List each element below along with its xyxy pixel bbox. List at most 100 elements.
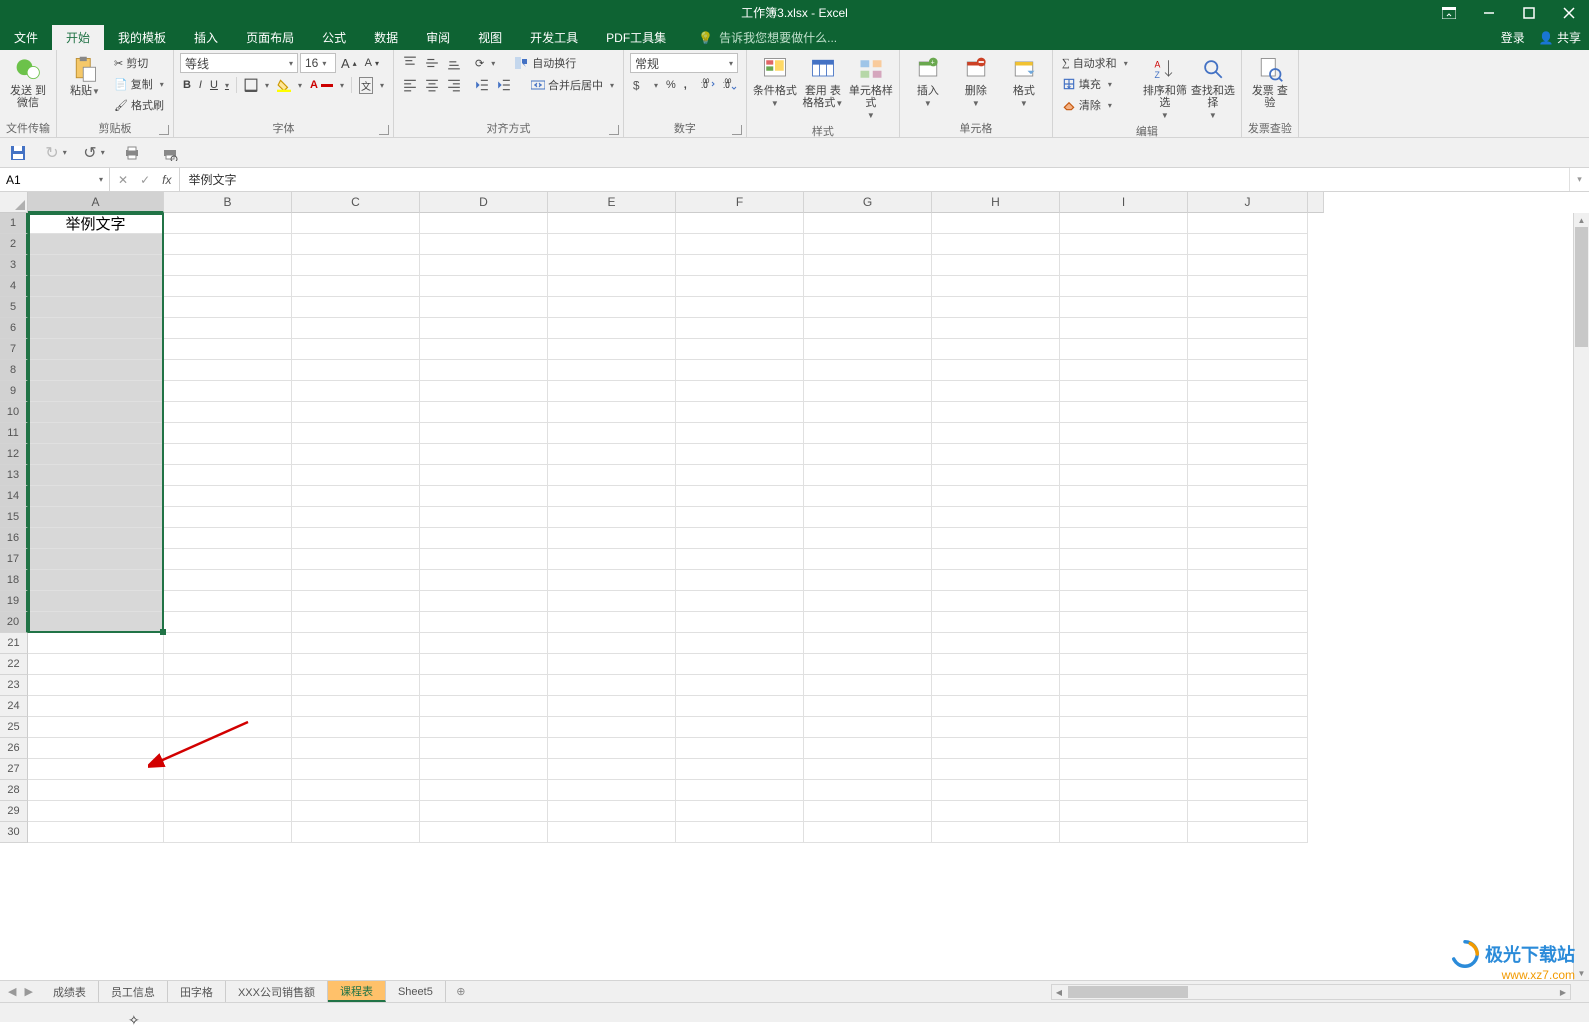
cell-C21[interactable] [292,633,420,654]
row-header-16[interactable]: 16 [0,528,28,549]
column-header-E[interactable]: E [548,192,676,213]
cell-J22[interactable] [1188,654,1308,675]
cell-A19[interactable] [28,591,164,612]
cell-G19[interactable] [804,591,932,612]
cell-A2[interactable] [28,234,164,255]
cell-I25[interactable] [1060,717,1188,738]
row-header-14[interactable]: 14 [0,486,28,507]
cell-G14[interactable] [804,486,932,507]
copy-button[interactable]: 📄 复制 ▾ [111,76,167,92]
phonetic-button[interactable]: 文▾ [356,77,387,94]
cell-E7[interactable] [548,339,676,360]
cell-D27[interactable] [420,759,548,780]
cell-A24[interactable] [28,696,164,717]
cell-H9[interactable] [932,381,1060,402]
row-header-27[interactable]: 27 [0,759,28,780]
cell-H16[interactable] [932,528,1060,549]
cell-B15[interactable] [164,507,292,528]
cell-D29[interactable] [420,801,548,822]
cell-A16[interactable] [28,528,164,549]
cell-H29[interactable] [932,801,1060,822]
cell-G12[interactable] [804,444,932,465]
cell-I26[interactable] [1060,738,1188,759]
cell-F6[interactable] [676,318,804,339]
cell-D28[interactable] [420,780,548,801]
cell-J2[interactable] [1188,234,1308,255]
cell-H19[interactable] [932,591,1060,612]
cell-J20[interactable] [1188,612,1308,633]
cell-J29[interactable] [1188,801,1308,822]
cell-J11[interactable] [1188,423,1308,444]
cell-A23[interactable] [28,675,164,696]
cell-I28[interactable] [1060,780,1188,801]
cell-G9[interactable] [804,381,932,402]
cell-B2[interactable] [164,234,292,255]
column-header-B[interactable]: B [164,192,292,213]
find-select-button[interactable]: 查找和选择▼ [1191,53,1235,122]
minimize-button[interactable] [1469,0,1509,25]
cell-E29[interactable] [548,801,676,822]
fill-button[interactable]: 填充 ▾ [1059,76,1115,92]
cell-E23[interactable] [548,675,676,696]
close-button[interactable] [1549,0,1589,25]
cell-B30[interactable] [164,822,292,843]
cell-H18[interactable] [932,570,1060,591]
cell-F8[interactable] [676,360,804,381]
cell-C7[interactable] [292,339,420,360]
cell-B27[interactable] [164,759,292,780]
orientation-button[interactable]: ⟳▾ [472,57,498,70]
cell-A1[interactable]: 举例文字 [28,213,164,234]
tab-formulas[interactable]: 公式 [308,25,360,50]
cell-J5[interactable] [1188,297,1308,318]
cell-H14[interactable] [932,486,1060,507]
italic-button[interactable]: I [196,79,205,91]
row-header-17[interactable]: 17 [0,549,28,570]
cell-G16[interactable] [804,528,932,549]
cell-J4[interactable] [1188,276,1308,297]
cell-G10[interactable] [804,402,932,423]
clipboard-launcher[interactable] [159,125,169,135]
cell-E27[interactable] [548,759,676,780]
cell-D2[interactable] [420,234,548,255]
cell-I7[interactable] [1060,339,1188,360]
cell-C15[interactable] [292,507,420,528]
cell-D18[interactable] [420,570,548,591]
align-right-button[interactable] [444,78,464,92]
cell-C3[interactable] [292,255,420,276]
cell-C16[interactable] [292,528,420,549]
cell-F4[interactable] [676,276,804,297]
sheet-tab-0[interactable]: 成绩表 [41,981,99,1002]
cell-A11[interactable] [28,423,164,444]
cell-B10[interactable] [164,402,292,423]
cell-I18[interactable] [1060,570,1188,591]
cell-H8[interactable] [932,360,1060,381]
cell-H21[interactable] [932,633,1060,654]
undo-button[interactable]: ↺ ▾ [84,143,104,163]
column-header-A[interactable]: A [28,192,164,213]
cell-F27[interactable] [676,759,804,780]
share-button[interactable]: 👤 共享 [1539,29,1581,46]
cell-F18[interactable] [676,570,804,591]
row-header-15[interactable]: 15 [0,507,28,528]
cell-B8[interactable] [164,360,292,381]
cell-H20[interactable] [932,612,1060,633]
cell-G6[interactable] [804,318,932,339]
cell-J15[interactable] [1188,507,1308,528]
tab-mytemplates[interactable]: 我的模板 [104,25,180,50]
increase-decimal-button[interactable]: .0.00 [698,78,718,92]
cell-E21[interactable] [548,633,676,654]
cell-B17[interactable] [164,549,292,570]
sheet-tab-5[interactable]: Sheet5 [386,981,446,1002]
cell-E19[interactable] [548,591,676,612]
cell-H3[interactable] [932,255,1060,276]
clear-button[interactable]: 清除 ▾ [1059,97,1115,113]
cell-H22[interactable] [932,654,1060,675]
cell-A17[interactable] [28,549,164,570]
tab-home[interactable]: 开始 [52,25,104,50]
autosum-button[interactable]: ∑ 自动求和 ▾ [1059,55,1131,71]
cell-A13[interactable] [28,465,164,486]
cell-F12[interactable] [676,444,804,465]
cell-C26[interactable] [292,738,420,759]
cell-G30[interactable] [804,822,932,843]
cell-A6[interactable] [28,318,164,339]
